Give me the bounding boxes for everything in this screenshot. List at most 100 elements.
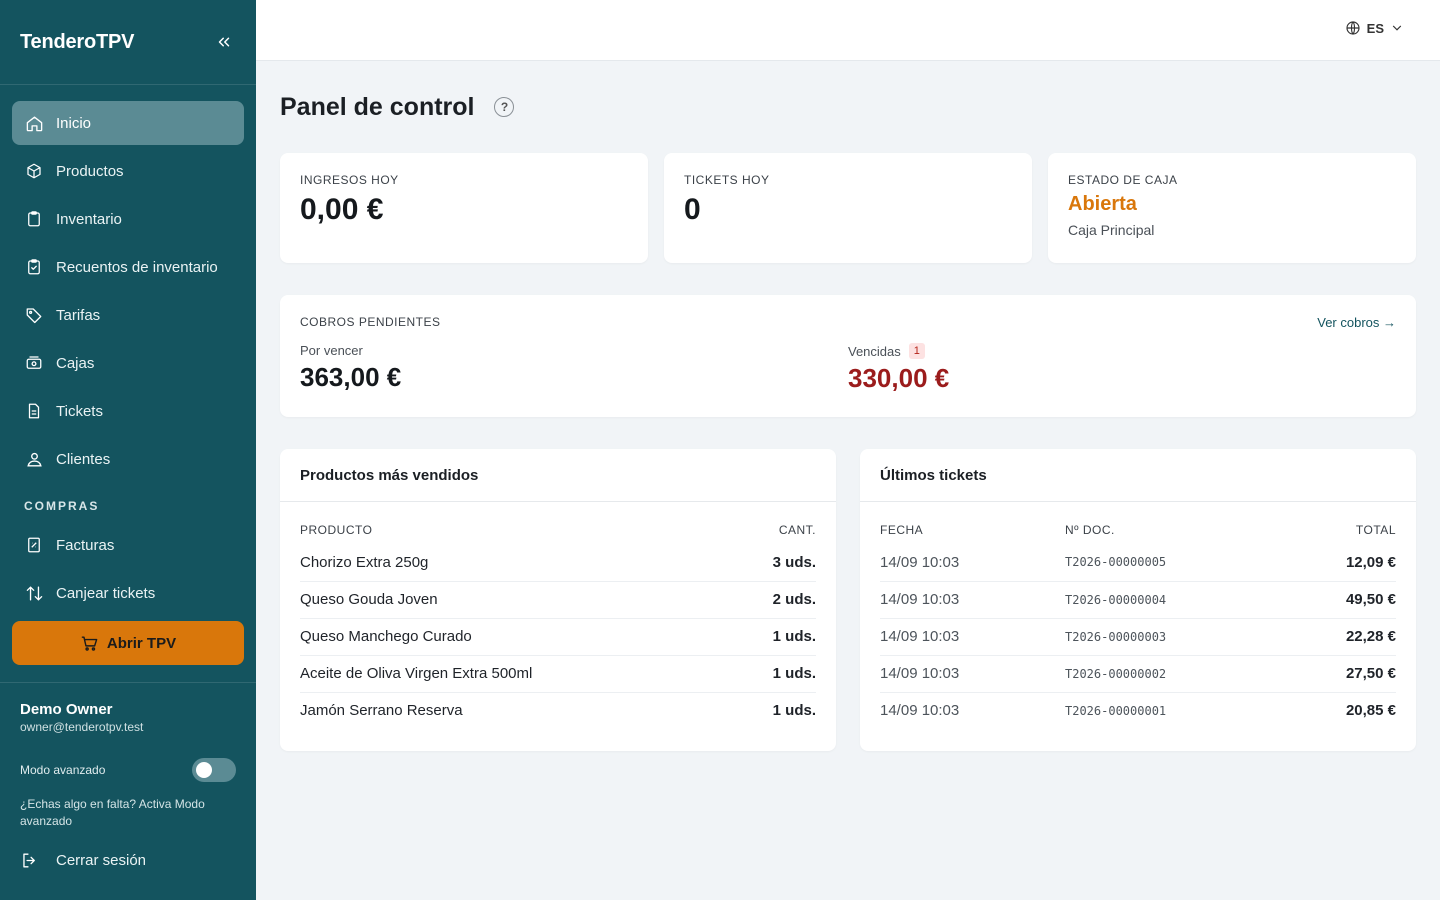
product-name: Chorizo Extra 250g	[300, 544, 735, 582]
column-header: FECHA	[880, 523, 924, 537]
cash-status: Abierta	[1068, 193, 1137, 215]
sidebar-item-label: Canjear tickets	[56, 584, 156, 602]
advanced-mode-row: Modo avanzado	[20, 758, 236, 782]
document-icon	[24, 401, 44, 421]
product-name: Aceite de Oliva Virgen Extra 500ml	[300, 655, 735, 693]
ticket-total: 49,50 €	[1286, 581, 1396, 619]
overdue-column: Vencidas 1 330,00 €	[848, 343, 1396, 394]
table-row[interactable]: 14/09 10:03 T2026-00000001 20,85 €	[880, 692, 1396, 729]
sidebar-item-label: Productos	[56, 162, 124, 180]
ticket-total: 12,09 €	[1286, 544, 1396, 582]
top-products-table: PRODUCTO CANT. Chorizo Extra 250g 3 uds. …	[300, 522, 816, 729]
language-selector[interactable]: ES	[1345, 20, 1404, 36]
pending-payments-label: COBROS PENDIENTES	[300, 315, 441, 329]
top-products-title: Productos más vendidos	[280, 449, 836, 502]
table-row[interactable]: Chorizo Extra 250g 3 uds.	[300, 544, 816, 582]
last-tickets-title: Últimos tickets	[860, 449, 1416, 502]
open-tpv-button[interactable]: Abrir TPV	[12, 621, 244, 665]
table-row[interactable]: 14/09 10:03 T2026-00000002 27,50 €	[880, 655, 1396, 693]
overdue-header: Vencidas 1	[848, 343, 1396, 359]
column-header: CANT.	[778, 523, 816, 537]
user-name: Demo Owner	[20, 701, 113, 718]
kpi-label: INGRESOS HOY	[300, 173, 399, 187]
language-code: ES	[1366, 20, 1384, 36]
globe-icon	[1345, 20, 1361, 36]
collapse-sidebar-icon[interactable]	[212, 30, 236, 54]
top-products-card: Productos más vendidos PRODUCTO CANT. Ch…	[280, 449, 836, 751]
table-header-row: FECHA Nº DOC. TOTAL	[880, 522, 1396, 544]
logout-button[interactable]: Cerrar sesión	[20, 848, 236, 872]
topbar: ES	[256, 0, 1440, 61]
main-nav: Inicio Productos Inventario Recuentos de…	[0, 85, 256, 615]
main-content: Panel de control ? INGRESOS HOY 0,00 € T…	[280, 61, 1416, 751]
due-soon-value: 363,00 €	[300, 362, 402, 392]
overdue-label: Vencidas	[848, 343, 901, 359]
kpi-label: TICKETS HOY	[684, 173, 770, 187]
column-header: Nº DOC.	[1065, 523, 1115, 537]
toggle-knob	[196, 762, 212, 778]
sidebar-item-tickets[interactable]: Tickets	[12, 389, 244, 433]
pending-payments-columns: Por vencer 363,00 € Vencidas 1 330,00 €	[300, 343, 1396, 394]
table-row[interactable]: 14/09 10:03 T2026-00000004 49,50 €	[880, 581, 1396, 619]
kpi-row: INGRESOS HOY 0,00 € TICKETS HOY 0 ESTADO…	[280, 153, 1416, 263]
table-row[interactable]: Queso Gouda Joven 2 uds.	[300, 581, 816, 619]
page-title: Panel de control	[280, 92, 475, 121]
sidebar: TenderoTPV Inicio Productos Inventario R…	[0, 0, 256, 900]
view-payments-link[interactable]: Ver cobros →	[1317, 315, 1396, 330]
cart-icon	[80, 634, 99, 653]
advanced-mode-hint: ¿Echas algo en falta? Activa Modo avanza…	[20, 797, 205, 828]
kpi-value: 0,00 €	[300, 193, 384, 226]
sidebar-item-recuentos[interactable]: Recuentos de inventario	[12, 245, 244, 289]
overdue-value: 330,00 €	[848, 363, 950, 393]
exchange-icon	[24, 583, 44, 603]
user-email: owner@tenderotpv.test	[20, 720, 144, 734]
sidebar-item-facturas[interactable]: Facturas	[12, 523, 244, 567]
table-row[interactable]: 14/09 10:03 T2026-00000003 22,28 €	[880, 618, 1396, 656]
home-icon	[24, 113, 44, 133]
table-row[interactable]: 14/09 10:03 T2026-00000005 12,09 €	[880, 544, 1396, 582]
sidebar-item-inicio[interactable]: Inicio	[12, 101, 244, 145]
open-tpv-label: Abrir TPV	[106, 634, 177, 652]
brand-header: TenderoTPV	[0, 0, 256, 85]
table-row[interactable]: Aceite de Oliva Virgen Extra 500ml 1 uds.	[300, 655, 816, 693]
nav-section-compras: COMPRAS	[24, 499, 100, 513]
ticket-total: 27,50 €	[1286, 655, 1396, 693]
logout-icon	[20, 851, 40, 870]
table-row[interactable]: Queso Manchego Curado 1 uds.	[300, 618, 816, 656]
ticket-total: 22,28 €	[1286, 618, 1396, 656]
kpi-ingresos-card: INGRESOS HOY 0,00 €	[280, 153, 648, 263]
table-row[interactable]: Jamón Serrano Reserva 1 uds.	[300, 692, 816, 729]
due-soon-label: Por vencer	[300, 343, 363, 358]
ticket-date: 14/09 10:03	[880, 618, 1065, 656]
box-icon	[24, 161, 44, 181]
last-tickets-table: FECHA Nº DOC. TOTAL 14/09 10:03 T2026-000…	[880, 522, 1396, 729]
sidebar-item-clientes[interactable]: Clientes	[12, 437, 244, 481]
ticket-total: 20,85 €	[1345, 702, 1396, 720]
column-header: TOTAL	[1355, 523, 1396, 537]
tag-icon	[24, 305, 44, 325]
ticket-number: T2026-00000001	[1065, 703, 1167, 718]
sidebar-item-label: Recuentos de inventario	[56, 258, 218, 276]
chevron-down-icon	[1390, 21, 1404, 35]
sidebar-item-canjear-tickets[interactable]: Canjear tickets	[12, 571, 244, 615]
help-icon[interactable]: ?	[494, 97, 515, 117]
sidebar-item-label: Inventario	[56, 210, 122, 228]
ticket-date: 14/09 10:03	[880, 544, 1065, 582]
ticket-number: T2026-00000004	[1065, 581, 1287, 619]
ticket-number: T2026-00000005	[1065, 544, 1287, 582]
sidebar-item-label: Tickets	[56, 402, 103, 420]
ticket-date: 14/09 10:03	[880, 581, 1065, 619]
product-qty: 1 uds.	[772, 702, 816, 720]
sidebar-item-cajas[interactable]: Cajas	[12, 341, 244, 385]
brand-logo[interactable]: TenderoTPV	[20, 31, 135, 54]
product-name: Jamón Serrano Reserva	[300, 702, 463, 720]
clipboard-check-icon	[24, 257, 44, 277]
sidebar-item-productos[interactable]: Productos	[12, 149, 244, 193]
pending-payments-card: COBROS PENDIENTES Ver cobros → Por vence…	[280, 295, 1416, 417]
column-header: PRODUCTO	[300, 523, 373, 537]
tables-row: Productos más vendidos PRODUCTO CANT. Ch…	[280, 449, 1416, 751]
logout-label: Cerrar sesión	[56, 851, 147, 869]
sidebar-item-tarifas[interactable]: Tarifas	[12, 293, 244, 337]
sidebar-item-inventario[interactable]: Inventario	[12, 197, 244, 241]
advanced-mode-toggle[interactable]	[192, 758, 236, 782]
